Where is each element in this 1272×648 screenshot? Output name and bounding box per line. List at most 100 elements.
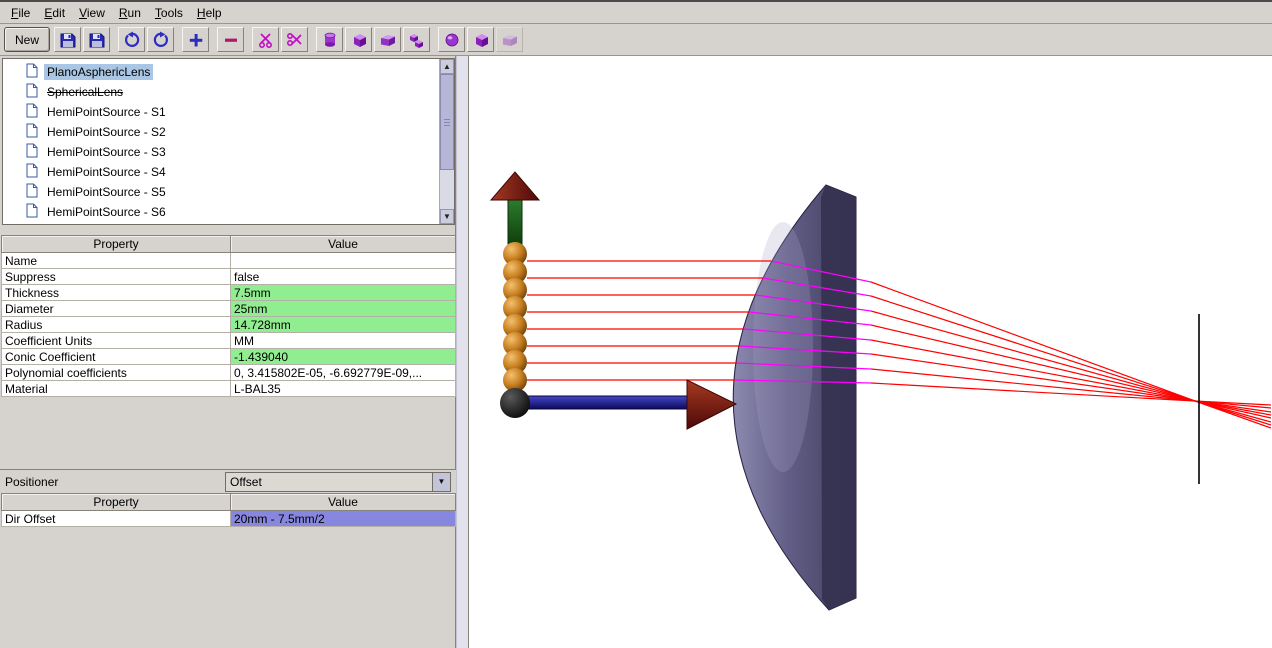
property-name-cell: Diameter [1, 300, 231, 317]
document-icon [26, 143, 38, 161]
property-name-cell: Thickness [1, 284, 231, 301]
minus-icon [222, 31, 240, 49]
property-name-cell: Suppress [1, 268, 231, 285]
table-row: Diameter 25mm [1, 300, 456, 317]
shape-sphere-button[interactable] [438, 27, 466, 52]
box-icon [379, 31, 397, 49]
menu-edit[interactable]: Edit [37, 3, 72, 23]
tree-item-label: SphericalLens [47, 85, 124, 99]
tree-item-sphericallens[interactable]: SphericalLens [3, 82, 439, 102]
positioner-dropdown[interactable]: Offset ▼ [225, 471, 451, 492]
property-name-cell: Material [1, 380, 231, 397]
positioner-property-table: Property Value Dir Offset 20mm - 7.5mm/2 [1, 493, 456, 527]
tree-item-hemipointsource-s6[interactable]: HemiPointSource - S6 [3, 202, 439, 222]
document-icon [26, 103, 38, 121]
menu-file[interactable]: File [4, 3, 37, 23]
new-button[interactable]: New [4, 27, 51, 52]
scroll-thumb[interactable] [440, 74, 454, 170]
add-button[interactable] [182, 27, 210, 52]
source-origin-sphere [500, 388, 530, 418]
scene-tree: PlanoAsphericLens SphericalLens HemiPointS… [3, 59, 439, 224]
property-column-header: Property [1, 235, 231, 253]
menu-help[interactable]: Help [190, 3, 229, 23]
tree-item-label: HemiPointSource - S2 [47, 125, 166, 139]
property-value-cell[interactable]: MM [230, 332, 456, 349]
sphere-icon [443, 31, 461, 49]
box-icon [501, 31, 519, 49]
tree-item-hemipointsource-s1[interactable]: HemiPointSource - S1 [3, 102, 439, 122]
document-icon [26, 163, 38, 181]
tree-item-hemipointsource-s3[interactable]: HemiPointSource - S3 [3, 142, 439, 162]
save-button[interactable] [54, 27, 82, 52]
property-value-cell[interactable] [230, 252, 456, 269]
property-value-cell[interactable]: false [230, 268, 456, 285]
document-icon [26, 83, 38, 101]
property-value-cell[interactable]: 25mm [230, 300, 456, 317]
cube-icon [350, 31, 368, 49]
property-value-cell[interactable]: L-BAL35 [230, 380, 456, 397]
property-name-cell: Name [1, 252, 231, 269]
table-row: Conic Coefficient -1.439040 [1, 348, 456, 365]
shape-cubes-button[interactable] [403, 27, 431, 52]
cube-icon [472, 31, 490, 49]
table-row: Coefficient Units MM [1, 332, 456, 349]
tree-item-label: HemiPointSource - S6 [47, 205, 166, 219]
axis-right-arrowhead [686, 379, 738, 430]
source-widget[interactable] [489, 171, 738, 430]
toolbar: New [0, 24, 1272, 56]
tree-item-hemipointsource-s2[interactable]: HemiPointSource - S2 [3, 122, 439, 142]
property-name-cell: Radius [1, 316, 231, 333]
chevron-down-icon[interactable]: ▼ [432, 472, 450, 491]
application-window: File Edit View Run Tools Help New PlanoAspher… [0, 0, 1272, 648]
save-as-button[interactable] [83, 27, 111, 52]
table-row: Name [1, 252, 456, 269]
shape-cylinder-button[interactable] [316, 27, 344, 52]
table-row: Material L-BAL35 [1, 380, 456, 397]
property-value-cell[interactable]: 14.728mm [230, 316, 456, 333]
axis-up-arrowhead [489, 171, 541, 201]
panel-splitter[interactable] [456, 56, 469, 648]
positioner-section: Positioner Offset ▼ [0, 469, 456, 493]
tree-item-hemipointsource-s4[interactable]: HemiPointSource - S4 [3, 162, 439, 182]
document-icon [26, 183, 38, 201]
floppy-icon [88, 31, 106, 49]
table-row: Suppress false [1, 268, 456, 285]
scroll-down-button[interactable]: ▼ [440, 209, 454, 224]
property-name-cell: Polynomial coefficients [1, 364, 231, 381]
tree-item-hemipointsource-s5[interactable]: HemiPointSource - S5 [3, 182, 439, 202]
tree-scrollbar[interactable]: ▲ ▼ [439, 59, 454, 224]
value-column-header: Value [230, 493, 456, 511]
menu-tools[interactable]: Tools [148, 3, 190, 23]
menu-bar: File Edit View Run Tools Help [0, 2, 1272, 24]
viewport-3d[interactable] [469, 56, 1272, 648]
property-table: Property Value Name Suppress false Thicknes… [1, 235, 456, 397]
cut-button[interactable] [252, 27, 280, 52]
rotate-cw-button[interactable] [147, 27, 175, 52]
scissors-icon [257, 31, 275, 49]
property-value-cell[interactable]: 0, 3.415802E-05, -6.692779E-09,... [230, 364, 456, 381]
tree-item-planoasphericlens[interactable]: PlanoAsphericLens [3, 62, 439, 82]
scroll-up-button[interactable]: ▲ [440, 59, 454, 74]
shape-cube2-button[interactable] [467, 27, 495, 52]
lens-solid[interactable] [732, 184, 857, 611]
table-row: Thickness 7.5mm [1, 284, 456, 301]
property-value-cell[interactable]: 20mm - 7.5mm/2 [230, 510, 456, 527]
property-name-cell: Coefficient Units [1, 332, 231, 349]
left-panel: PlanoAsphericLens SphericalLens HemiPointS… [0, 56, 456, 648]
document-icon [26, 203, 38, 221]
menu-run[interactable]: Run [112, 3, 148, 23]
remove-button[interactable] [217, 27, 245, 52]
positioner-dropdown-value: Offset [230, 474, 262, 489]
rotate-ccw-icon [123, 31, 141, 49]
property-value-cell[interactable]: -1.439040 [230, 348, 456, 365]
table-row: Dir Offset 20mm - 7.5mm/2 [1, 510, 456, 527]
menu-view[interactable]: View [72, 3, 112, 23]
shape-box2-button[interactable] [496, 27, 524, 52]
floppy-icon [59, 31, 77, 49]
shape-cube-button[interactable] [345, 27, 373, 52]
rotate-ccw-button[interactable] [118, 27, 146, 52]
property-value-cell[interactable]: 7.5mm [230, 284, 456, 301]
cut-vertical-button[interactable] [281, 27, 309, 52]
shape-box-button[interactable] [374, 27, 402, 52]
value-column-header: Value [230, 235, 456, 253]
